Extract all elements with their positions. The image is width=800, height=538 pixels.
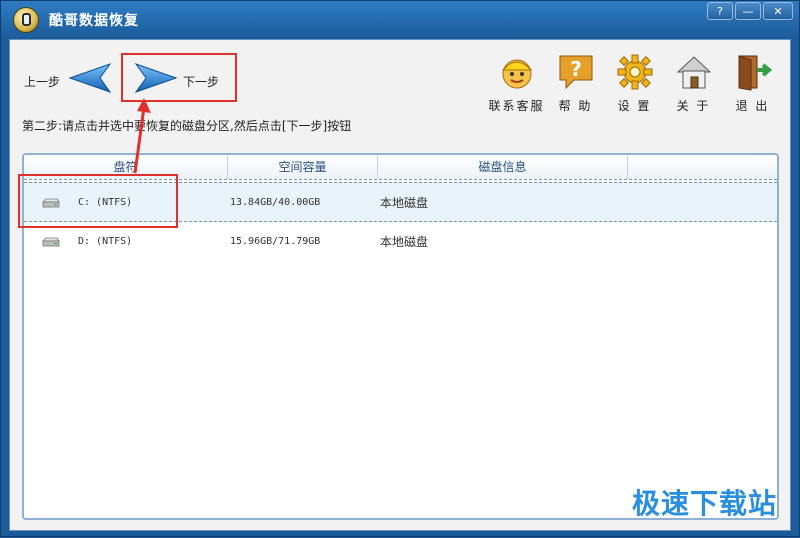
next-step-highlight-box bbox=[121, 53, 237, 102]
column-header-info[interactable]: 磁盘信息 bbox=[378, 155, 628, 179]
svg-text:?: ? bbox=[570, 57, 582, 81]
settings-button[interactable]: 设 置 bbox=[605, 52, 664, 114]
customer-service-label: 联系客服 bbox=[488, 99, 545, 113]
close-button[interactable]: ✕ bbox=[763, 2, 793, 20]
settings-label: 设 置 bbox=[617, 99, 652, 113]
capacity-cell: 13.84GB/40.00GB bbox=[230, 197, 321, 208]
about-button[interactable]: 关 于 bbox=[664, 52, 723, 114]
customer-service-icon bbox=[497, 52, 537, 92]
drive-cell: D: (NTFS) bbox=[78, 236, 133, 247]
about-house-icon bbox=[674, 52, 714, 92]
capacity-cell: 15.96GB/71.79GB bbox=[230, 236, 321, 247]
exit-label: 退 出 bbox=[735, 99, 770, 113]
toolbar: 联系客服 ? 帮 助 设 置 关 于 退 出 bbox=[487, 52, 782, 114]
info-cell: 本地磁盘 bbox=[380, 235, 429, 249]
instruction-text: 第二步:请点击并选中要恢复的磁盘分区,然后点击[下一步]按钮 bbox=[22, 119, 352, 133]
hard-drive-icon bbox=[42, 237, 60, 247]
main-panel: 上一步 下一步 联系客服 ? 帮 助 设 置 关 于 退 出 第二步:请点击并选… bbox=[9, 39, 791, 531]
exit-button[interactable]: 退 出 bbox=[723, 52, 782, 114]
help-label: 帮 助 bbox=[558, 99, 593, 113]
drive-c-highlight-box bbox=[18, 174, 178, 228]
info-cell: 本地磁盘 bbox=[380, 196, 429, 210]
app-window: 酷哥数据恢复 ? — ✕ 上一步 下一步 联系客服 ? 帮 助 设 置 关 于 … bbox=[0, 0, 800, 537]
app-logo-icon bbox=[13, 7, 39, 33]
settings-gear-icon bbox=[615, 52, 655, 92]
prev-step-button[interactable] bbox=[68, 62, 112, 97]
help-button[interactable]: ? 帮 助 bbox=[546, 52, 605, 114]
help-icon: ? bbox=[556, 52, 596, 92]
watermark-text: 极速下载站 bbox=[631, 487, 777, 520]
table-row[interactable]: D: (NTFS) 15.96GB/71.79GB 本地磁盘 bbox=[24, 222, 777, 262]
arrow-left-icon bbox=[68, 63, 112, 93]
customer-service-button[interactable]: 联系客服 bbox=[487, 52, 546, 114]
exit-door-icon bbox=[733, 52, 773, 92]
column-header-capacity[interactable]: 空间容量 bbox=[228, 155, 378, 179]
minimize-button[interactable]: — bbox=[735, 2, 761, 20]
prev-step-label[interactable]: 上一步 bbox=[24, 73, 60, 90]
title-bar[interactable]: 酷哥数据恢复 ? — ✕ bbox=[1, 1, 799, 39]
window-title: 酷哥数据恢复 bbox=[49, 13, 139, 29]
about-label: 关 于 bbox=[676, 99, 711, 113]
help-window-button[interactable]: ? bbox=[707, 2, 733, 20]
